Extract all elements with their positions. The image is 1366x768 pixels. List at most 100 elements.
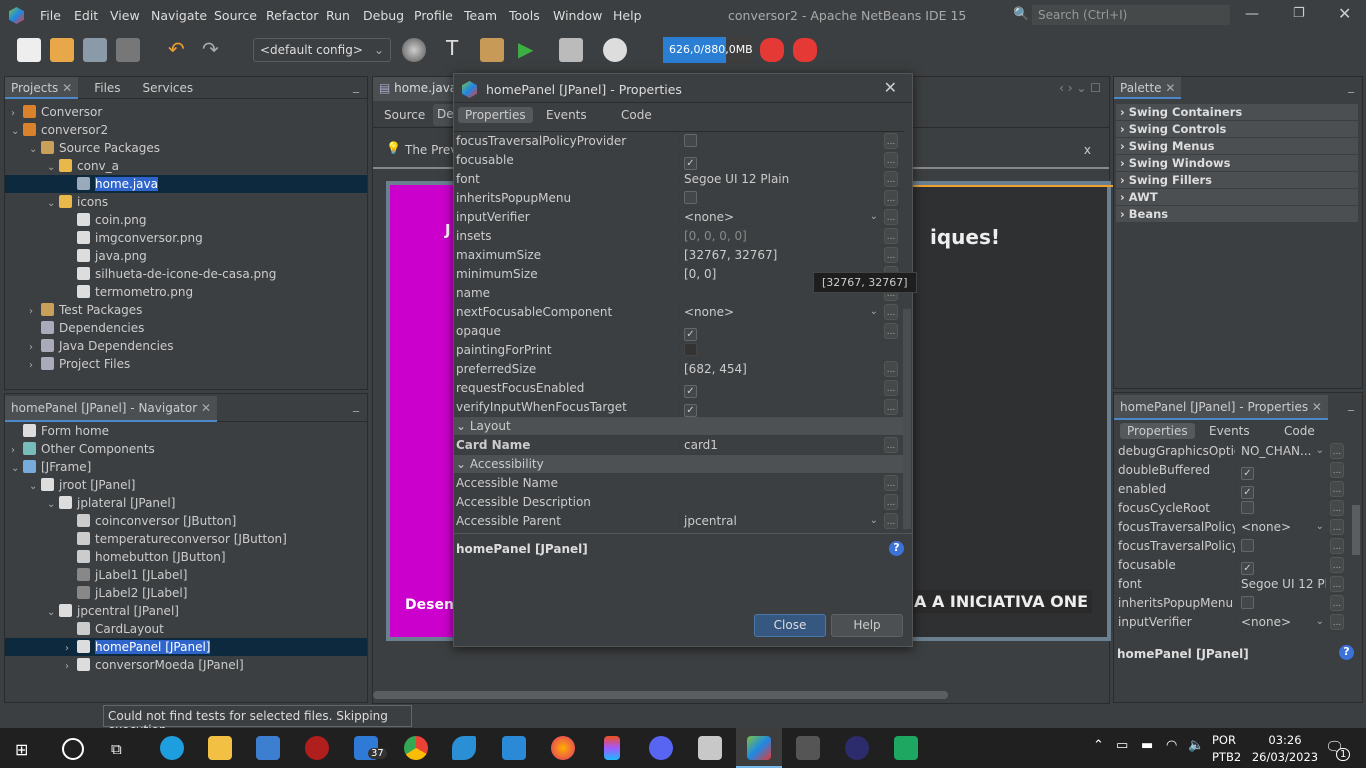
property-editor-button[interactable]: ... [884,247,898,263]
dialog-scrollbar[interactable] [903,309,911,529]
property-row[interactable]: verifyInputWhenFocusTarget ✓... [454,398,904,417]
expand-arrow-icon[interactable]: › [65,658,77,676]
menu-file[interactable]: File [40,8,61,23]
menu-refactor[interactable]: Refactor [266,8,318,23]
property-value[interactable]: <none> [1236,613,1326,631]
property-row[interactable]: maximumSize [32767, 32767]... [454,246,904,265]
property-editor-button[interactable]: ... [1330,481,1344,497]
tab-properties[interactable]: Properties [458,107,533,123]
property-editor-button[interactable]: ... [1330,557,1344,573]
property-row[interactable]: font Segoe UI 12 Plain... [454,170,904,189]
menu-team[interactable]: Team [464,8,497,23]
property-section[interactable]: ⌄ Accessibility [454,455,904,474]
chrome-icon[interactable] [404,736,428,760]
language-indicator[interactable]: POR PTB2 [1212,733,1241,764]
tab-projects[interactable]: Projects ✕ [5,77,79,99]
globe-icon[interactable] [402,38,426,62]
property-row[interactable]: doubleBuffered ✓... [1116,461,1350,480]
tab-navigator[interactable]: homePanel [JPanel] - Navigator ✕ [5,396,218,422]
checkbox[interactable]: ✓ [684,385,697,398]
tree-item[interactable]: ⌄ conversor2 [5,121,108,139]
property-row[interactable]: focusTraversalPolicy <none> ⌄... [1116,518,1350,537]
property-value[interactable] [1236,499,1326,517]
checkbox[interactable]: ✓ [684,157,697,170]
minimize-panel-button[interactable]: _ [1348,79,1354,93]
checkbox[interactable]: ✓ [684,328,697,341]
property-editor-button[interactable]: ... [1330,576,1344,592]
property-editor-button[interactable]: ... [1330,462,1344,478]
firefox-icon[interactable] [551,736,575,760]
property-row[interactable]: Accessible Description... [454,493,904,512]
wifi-icon[interactable]: ◠ [1166,738,1177,753]
collapse-arrow-icon[interactable]: ⌄ [454,419,470,433]
vscode-icon[interactable] [502,736,526,760]
checkbox[interactable] [1241,539,1254,552]
property-editor-button[interactable]: ... [884,494,898,510]
collapse-arrow-icon[interactable]: ⌄ [454,457,470,471]
undo-icon[interactable]: ↶ [168,37,185,61]
checkbox[interactable]: ✓ [1241,562,1254,575]
property-value[interactable] [679,189,880,207]
property-value[interactable]: ✓ [1236,480,1326,499]
show-hidden-icons[interactable]: ⌃ [1093,738,1104,753]
tree-item[interactable]: ⌄ icons [5,193,108,211]
property-row[interactable]: inputVerifier <none> ⌄... [1116,613,1350,632]
search-taskbar-icon[interactable] [62,738,84,760]
property-row[interactable]: debugGraphicsOptions NO_CHAN... ⌄... [1116,442,1350,461]
property-row[interactable]: focusTraversalPolicyProvider... [454,132,904,151]
property-row[interactable]: focusCycleRoot... [1116,499,1350,518]
property-editor-button[interactable]: ... [1330,519,1344,535]
menu-edit[interactable]: Edit [74,8,98,23]
tree-item[interactable]: imgconversor.png [5,229,203,247]
app-icon[interactable] [305,736,329,760]
debug-icon[interactable] [559,38,583,62]
checkbox[interactable]: ✓ [1241,467,1254,480]
menu-debug[interactable]: Debug [363,8,404,23]
property-value[interactable]: Segoe UI 12 Plain [679,170,880,188]
property-value[interactable]: ✓ [1236,461,1326,480]
property-value[interactable]: [682, 454] [679,360,880,378]
checkbox[interactable] [684,134,697,147]
tree-item[interactable]: ⌄ [JFrame] [5,458,91,476]
palette-category[interactable]: › AWT [1116,189,1358,205]
profiler-snapshot-icon[interactable] [793,38,817,62]
tab-events[interactable]: Events [546,108,587,122]
menu-tools[interactable]: Tools [509,8,540,23]
clean-build-icon[interactable] [480,38,504,62]
property-value[interactable] [679,341,880,359]
chevron-down-icon[interactable]: ⌄ [870,208,878,226]
chevron-down-icon[interactable]: ⌄ [1316,442,1324,460]
tab-files[interactable]: Files [88,77,126,99]
property-value[interactable] [1236,594,1326,612]
tree-item[interactable]: coinconversor [JButton] [5,512,236,530]
property-row[interactable]: enabled ✓... [1116,480,1350,499]
property-editor-button[interactable]: ... [884,228,898,244]
store-icon[interactable] [256,736,280,760]
memory-indicator[interactable]: 626,0/880,0MB [663,37,753,63]
battery-icon[interactable]: ▬ [1141,738,1153,753]
new-project-icon[interactable] [50,38,74,62]
editor-tab-nav[interactable]: ‹ › ⌄ ☐ [1059,81,1101,95]
tree-item[interactable]: Form home [5,422,109,440]
dialog-close-icon[interactable]: ✕ [884,78,897,97]
tree-item[interactable]: › Test Packages [5,301,142,319]
palette-category[interactable]: › Swing Containers [1116,104,1358,120]
menu-view[interactable]: View [110,8,140,23]
run-icon[interactable]: ▶ [518,37,533,61]
property-editor-button[interactable]: ... [884,190,898,206]
editor-tab-home-java[interactable]: ▤ home.java [373,77,464,101]
property-editor-button[interactable]: ... [884,133,898,149]
chevron-down-icon[interactable]: ⌄ [1316,518,1324,536]
property-row[interactable]: inputVerifier <none> ⌄... [454,208,904,227]
property-value[interactable]: [32767, 32767] [679,246,880,264]
property-value[interactable]: ✓ [679,398,880,417]
property-value[interactable] [679,132,880,150]
tree-item[interactable]: jLabel2 [JLabel] [5,584,187,602]
tree-item[interactable]: CardLayout [5,620,164,638]
discord-icon[interactable] [649,736,673,760]
tree-item[interactable]: ⌄ conv_a [5,157,119,175]
minimize-panel-button[interactable]: _ [353,398,359,412]
property-row[interactable]: nextFocusableComponent <none> ⌄... [454,303,904,322]
property-row[interactable]: requestFocusEnabled ✓... [454,379,904,398]
tab-services[interactable]: Services [137,77,200,99]
